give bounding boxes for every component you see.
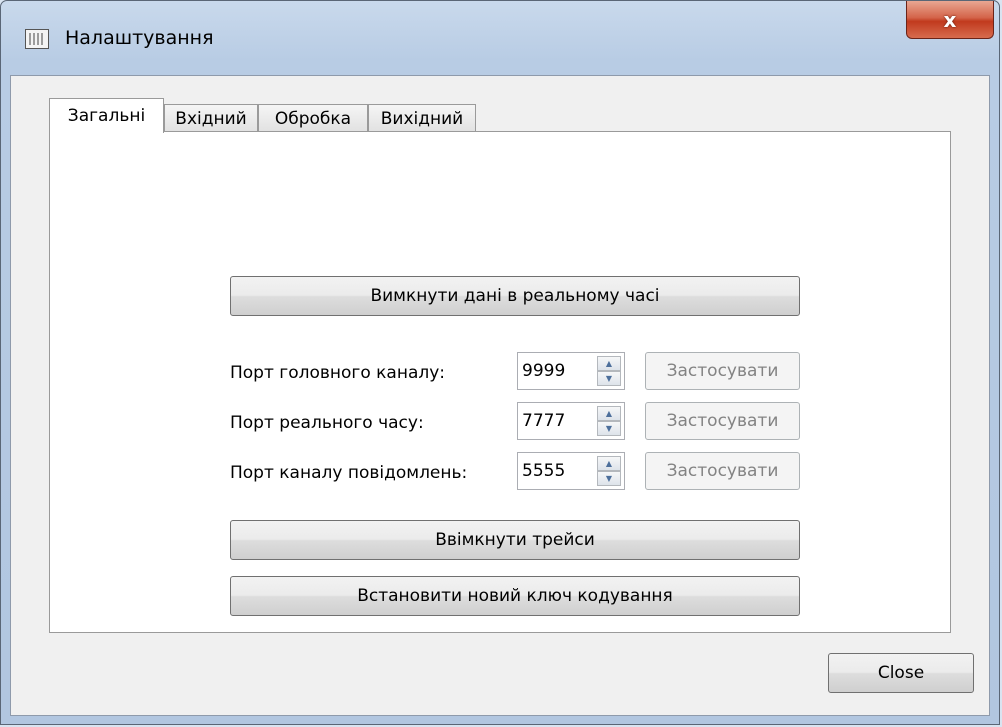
main-channel-port-stepper[interactable]: ▲ ▼ [517, 352, 625, 390]
window-title: Налаштування [65, 27, 214, 49]
window-close-button[interactable]: x [906, 1, 994, 39]
set-new-encryption-key-button[interactable]: Встановити новий ключ кодування [230, 576, 800, 616]
disable-realtime-button[interactable]: Вимкнути дані в реальному часі [230, 276, 800, 316]
apply-message-channel-port-button[interactable]: Застосувати [645, 452, 800, 490]
settings-app-icon [25, 29, 49, 49]
general-tab-panel: Вимкнути дані в реальному часі Порт голо… [49, 131, 951, 633]
realtime-port-stepper[interactable]: ▲ ▼ [517, 402, 625, 440]
message-channel-port-input[interactable] [518, 453, 594, 489]
close-icon: x [943, 7, 957, 32]
arrow-down-icon[interactable]: ▼ [597, 371, 621, 386]
realtime-port-label: Порт реального часу: [230, 413, 424, 433]
arrow-up-icon[interactable]: ▲ [597, 356, 621, 371]
tab-output[interactable]: Вихідний [368, 104, 476, 132]
realtime-port-input[interactable] [518, 403, 594, 439]
title-bar[interactable]: Налаштування x [1, 1, 999, 79]
close-button[interactable]: Close [828, 653, 974, 693]
enable-traces-button[interactable]: Ввімкнути трейси [230, 520, 800, 560]
arrow-up-icon[interactable]: ▲ [597, 456, 621, 471]
arrow-up-icon[interactable]: ▲ [597, 406, 621, 421]
tab-input[interactable]: Вхідний [164, 104, 258, 132]
main-channel-port-input[interactable] [518, 353, 594, 389]
arrow-down-icon[interactable]: ▼ [597, 421, 621, 436]
tab-general[interactable]: Загальні [49, 98, 164, 133]
apply-realtime-port-button[interactable]: Застосувати [645, 402, 800, 440]
message-channel-port-stepper[interactable]: ▲ ▼ [517, 452, 625, 490]
settings-dialog: Налаштування x Загальні Вхідний Обробка … [0, 0, 1000, 725]
apply-main-channel-port-button[interactable]: Застосувати [645, 352, 800, 390]
dialog-client-area: Загальні Вхідний Обробка Вихідний Вимкну… [10, 75, 990, 716]
main-channel-port-label: Порт головного каналу: [230, 363, 446, 383]
message-channel-port-label: Порт каналу повідомлень: [230, 463, 468, 483]
tab-processing[interactable]: Обробка [258, 104, 368, 132]
arrow-down-icon[interactable]: ▼ [597, 471, 621, 486]
